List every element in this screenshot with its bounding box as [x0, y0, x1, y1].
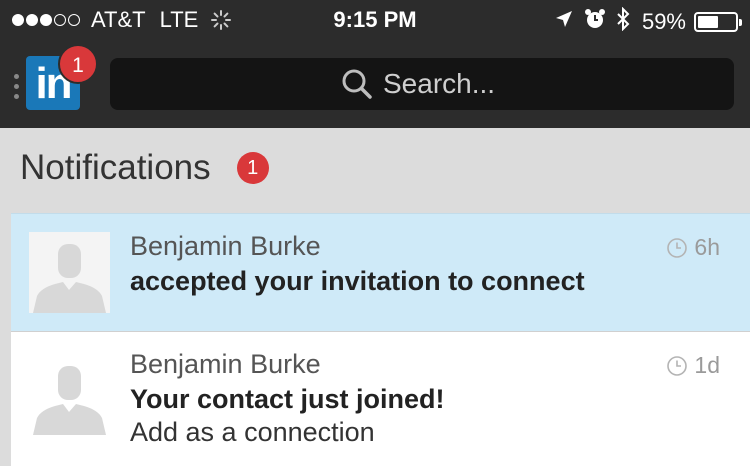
notification-age-text: 6h: [694, 234, 720, 260]
notification-age: 6h: [666, 234, 720, 261]
battery-fill: [698, 16, 718, 28]
avatar[interactable]: [29, 232, 110, 313]
menu-dot: [14, 84, 19, 89]
search-bar[interactable]: [110, 58, 734, 110]
search-input[interactable]: [383, 68, 503, 100]
notification-subtext[interactable]: Add as a connection: [130, 417, 375, 448]
menu-dot: [14, 74, 19, 79]
notification-message: Your contact just joined!: [130, 384, 445, 414]
battery-icon: [694, 12, 742, 32]
menu-handle[interactable]: [14, 74, 19, 104]
notification-age-text: 1d: [694, 352, 720, 378]
page-title: Notifications: [20, 148, 211, 187]
menu-dot: [14, 94, 19, 99]
clock-icon: [667, 355, 688, 376]
notification-item[interactable]: Benjamin Burke Your contact just joined!…: [11, 332, 750, 466]
avatar[interactable]: [29, 354, 110, 435]
top-bar: AT&T LTE 9:15 PM 59% in 1 Search...: [0, 0, 750, 128]
alarm-icon: [584, 8, 606, 36]
clock-icon: [667, 237, 688, 258]
search-icon: [342, 69, 372, 99]
battery-nub: [739, 19, 742, 26]
notification-age: 1d: [666, 352, 720, 379]
status-bar: AT&T LTE 9:15 PM 59%: [0, 0, 750, 40]
notification-name[interactable]: Benjamin Burke: [130, 231, 321, 262]
bluetooth-icon: [616, 6, 630, 37]
notification-name[interactable]: Benjamin Burke: [130, 349, 321, 380]
notification-message: accepted your invitation to connect: [130, 266, 585, 296]
notifications-count-badge: 1: [236, 152, 269, 184]
location-icon: [554, 9, 574, 35]
notification-list: Benjamin Burke accepted your invitation …: [11, 213, 750, 466]
notifications-header: Notifications 1: [20, 148, 269, 188]
notification-item[interactable]: Benjamin Burke accepted your invitation …: [11, 213, 750, 332]
status-right: 59%: [544, 6, 742, 37]
battery-percent: 59%: [641, 9, 686, 34]
logo-notification-badge: 1: [58, 44, 98, 84]
